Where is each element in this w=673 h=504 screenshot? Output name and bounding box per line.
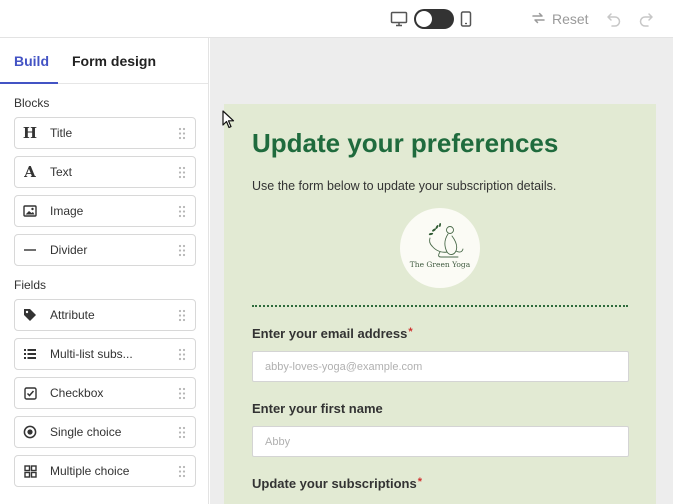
yoga-figure-icon — [428, 223, 464, 258]
form-title[interactable]: Update your preferences — [252, 128, 558, 159]
drag-handle-icon[interactable] — [178, 465, 186, 483]
checkbox-icon — [15, 386, 45, 400]
block-image[interactable]: Image — [14, 195, 196, 227]
blocks-section-title: Blocks — [14, 96, 50, 110]
divider-icon — [15, 248, 45, 252]
email-input[interactable] — [252, 351, 629, 382]
radio-icon — [15, 425, 45, 439]
device-preview-toggle — [390, 8, 472, 30]
tag-icon — [15, 308, 45, 322]
logo-text: The Green Yoga — [409, 260, 471, 269]
image-icon — [15, 205, 45, 217]
field-label: Multi-list subs... — [50, 347, 133, 361]
list-icon — [15, 348, 45, 360]
drag-handle-icon[interactable] — [178, 127, 186, 145]
block-title[interactable]: H Title — [14, 117, 196, 149]
field-single-choice[interactable]: Single choice — [14, 416, 196, 448]
drag-handle-icon[interactable] — [178, 426, 186, 444]
subscriptions-label-text: Update your subscriptions — [252, 476, 417, 491]
monitor-icon[interactable] — [390, 11, 408, 27]
drag-handle-icon[interactable] — [178, 387, 186, 405]
device-toggle-switch[interactable] — [414, 9, 454, 29]
field-label: Multiple choice — [50, 464, 130, 478]
email-field-label: Enter your email address* — [252, 326, 413, 341]
redo-icon[interactable] — [637, 10, 655, 28]
sidebar-tabs: Build Form design — [0, 38, 208, 84]
field-label: Single choice — [50, 425, 122, 439]
field-multiple-choice[interactable]: Multiple choice — [14, 455, 196, 487]
form-subtitle[interactable]: Use the form below to update your subscr… — [252, 179, 556, 193]
block-text[interactable]: A Text — [14, 156, 196, 188]
mouse-cursor-icon — [222, 110, 235, 134]
grid-icon — [15, 464, 45, 478]
top-toolbar: Reset — [0, 0, 673, 38]
drag-handle-icon[interactable] — [178, 166, 186, 184]
field-label: Checkbox — [50, 386, 104, 400]
text-icon: A — [24, 163, 36, 181]
drag-handle-icon[interactable] — [178, 348, 186, 366]
drag-handle-icon[interactable] — [178, 205, 186, 223]
block-label: Text — [50, 165, 73, 179]
required-marker: * — [417, 476, 422, 488]
form-preview-canvas: Update your preferences Use the form bel… — [210, 38, 673, 504]
subscriptions-field-label: Update your subscriptions* — [252, 476, 422, 491]
firstname-field-label: Enter your first name — [252, 401, 383, 416]
form-card: Update your preferences Use the form bel… — [224, 104, 656, 504]
drag-handle-icon[interactable] — [178, 244, 186, 262]
fields-section-title: Fields — [14, 278, 47, 292]
block-label: Image — [50, 204, 84, 218]
builder-sidebar: Build Form design Blocks H Title A Text … — [0, 38, 209, 504]
form-divider[interactable] — [252, 305, 628, 307]
field-checkbox[interactable]: Checkbox — [14, 377, 196, 409]
title-icon: H — [22, 124, 38, 142]
field-attribute[interactable]: Attribute — [14, 299, 196, 331]
email-label-text: Enter your email address — [252, 326, 408, 341]
undo-icon[interactable] — [605, 10, 623, 28]
required-marker: * — [408, 326, 413, 338]
field-multi-list-subscription[interactable]: Multi-list subs... — [14, 338, 196, 370]
tab-form-design[interactable]: Form design — [58, 38, 170, 84]
field-label: Attribute — [50, 308, 95, 322]
tab-build[interactable]: Build — [0, 38, 58, 84]
block-label: Divider — [50, 243, 88, 257]
reset-icon — [531, 11, 546, 28]
toggle-knob — [416, 11, 432, 27]
firstname-input[interactable] — [252, 426, 629, 457]
reset-label: Reset — [552, 11, 589, 27]
brand-logo[interactable]: The Green Yoga — [400, 208, 480, 288]
phone-icon[interactable] — [460, 11, 472, 27]
block-label: Title — [50, 126, 73, 140]
reset-button[interactable]: Reset — [531, 9, 589, 29]
drag-handle-icon[interactable] — [178, 309, 186, 327]
block-divider[interactable]: Divider — [14, 234, 196, 266]
